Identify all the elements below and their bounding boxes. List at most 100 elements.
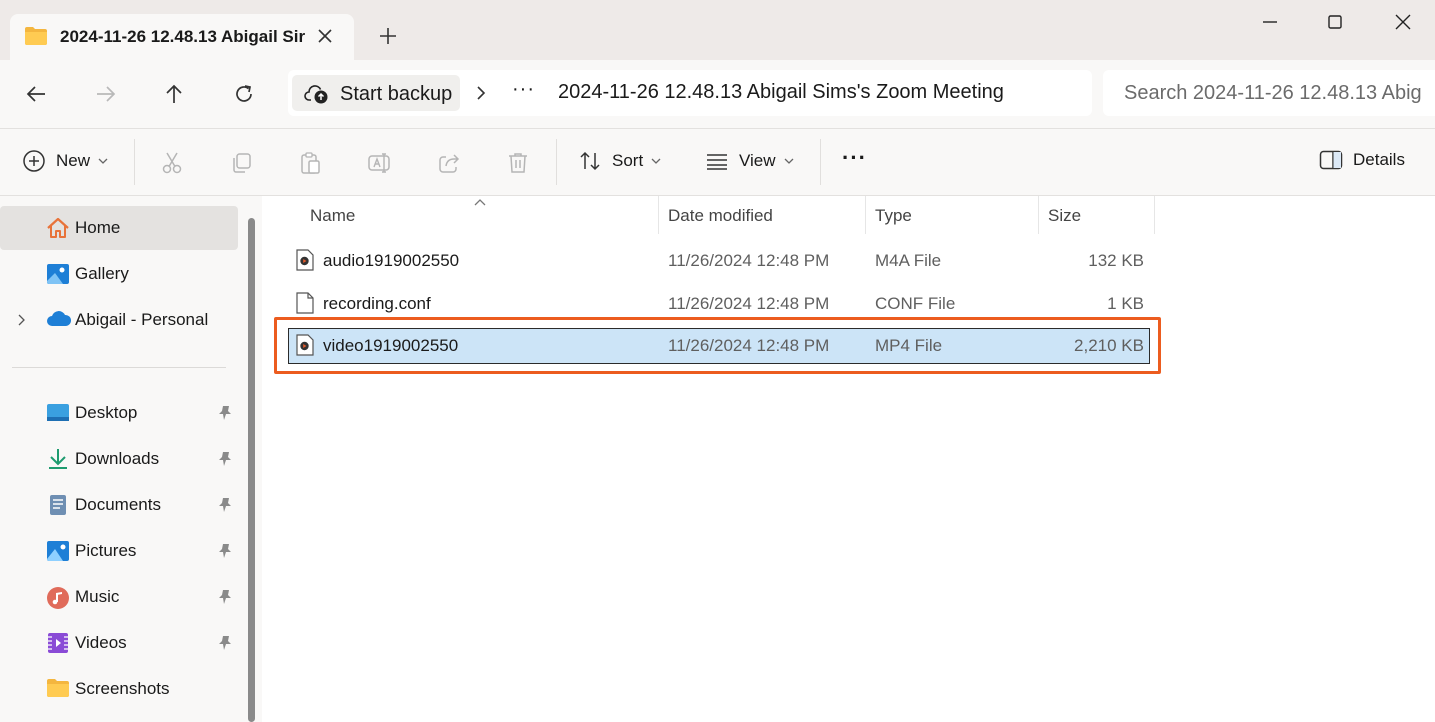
share-icon[interactable] <box>437 151 461 175</box>
sort-label: Sort <box>612 151 644 170</box>
pin-icon[interactable] <box>218 589 232 605</box>
sidebar-item-gallery[interactable]: Gallery <box>0 252 238 296</box>
sidebar-item-label: Videos <box>75 633 127 652</box>
column-header-name[interactable]: Name <box>310 206 355 226</box>
folder-icon <box>24 26 48 46</box>
file-type: M4A File <box>875 251 942 270</box>
home-icon <box>46 217 70 239</box>
videos-icon <box>46 632 70 654</box>
path-overflow-button[interactable]: ··· <box>512 78 535 101</box>
details-pane-button[interactable]: Details <box>1319 149 1405 171</box>
sort-ascending-icon <box>473 197 487 207</box>
sidebar-item-label: Screenshots <box>75 679 170 698</box>
file-date: 11/26/2024 12:48 PM <box>668 336 830 355</box>
forward-button[interactable] <box>94 82 118 106</box>
folder-icon <box>46 678 70 698</box>
search-box[interactable] <box>1103 70 1435 116</box>
close-window-button[interactable] <box>1393 12 1413 32</box>
file-size: 132 KB <box>1088 251 1144 270</box>
chevron-down-icon <box>651 157 661 165</box>
pin-icon[interactable] <box>218 451 232 467</box>
column-header-type[interactable]: Type <box>875 206 912 226</box>
blank-file-icon <box>296 292 314 314</box>
separator <box>556 139 557 185</box>
sidebar-item-desktop[interactable]: Desktop <box>0 391 238 435</box>
file-size: 1 KB <box>1107 294 1144 313</box>
sidebar-item-onedrive[interactable]: Abigail - Personal <box>0 298 238 342</box>
file-row[interactable]: audio1919002550 11/26/2024 12:48 PM M4A … <box>288 243 1150 279</box>
sidebar-item-label: Desktop <box>75 403 138 422</box>
start-backup-button[interactable]: Start backup <box>292 75 460 111</box>
file-row-selected[interactable]: video1919002550 11/26/2024 12:48 PM MP4 … <box>288 328 1150 364</box>
sidebar-item-videos[interactable]: Videos <box>0 621 238 665</box>
column-divider[interactable] <box>865 196 866 234</box>
file-row[interactable]: recording.conf 11/26/2024 12:48 PM CONF … <box>288 286 1150 322</box>
pin-icon[interactable] <box>218 543 232 559</box>
sidebar-item-documents[interactable]: Documents <box>0 483 238 527</box>
chevron-down-icon <box>784 157 794 165</box>
file-size: 2,210 KB <box>1074 336 1144 355</box>
view-list-icon <box>705 149 729 173</box>
sidebar-scrollbar[interactable] <box>246 196 262 722</box>
column-header-date[interactable]: Date modified <box>668 206 773 226</box>
chevron-right-icon[interactable] <box>16 314 26 326</box>
pin-icon[interactable] <box>218 405 232 421</box>
new-label: New <box>56 151 91 170</box>
scrollbar-thumb[interactable] <box>248 218 255 722</box>
rename-icon[interactable] <box>367 151 391 175</box>
title-bar: 2024-11-26 12.48.13 Abigail Sir <box>0 0 1435 60</box>
new-button[interactable]: New <box>22 149 108 173</box>
divider <box>12 367 226 368</box>
sort-icon <box>578 149 602 173</box>
copy-icon[interactable] <box>229 151 253 175</box>
refresh-button[interactable] <box>232 82 256 106</box>
file-type: MP4 File <box>875 336 943 355</box>
pictures-icon <box>46 540 70 562</box>
details-pane-icon <box>1319 149 1343 171</box>
sidebar-item-downloads[interactable]: Downloads <box>0 437 238 481</box>
close-tab-icon[interactable] <box>316 27 334 45</box>
minimize-button[interactable] <box>1260 12 1280 32</box>
pin-icon[interactable] <box>218 635 232 651</box>
maximize-button[interactable] <box>1325 12 1345 32</box>
sidebar-item-label: Pictures <box>75 541 137 560</box>
column-divider[interactable] <box>1154 196 1155 234</box>
tab-active[interactable]: 2024-11-26 12.48.13 Abigail Sir <box>10 14 354 60</box>
back-button[interactable] <box>24 82 48 106</box>
documents-icon <box>46 494 70 516</box>
chevron-down-icon <box>98 157 108 165</box>
sidebar-item-home[interactable]: Home <box>0 206 238 250</box>
sidebar-item-label: Home <box>75 218 121 237</box>
file-list: Name Date modified Type Size audio191900… <box>262 196 1435 722</box>
gallery-icon <box>46 263 70 285</box>
navigation-bar: Start backup ··· 2024-11-26 12.48.13 Abi… <box>0 60 1435 129</box>
more-options-button[interactable]: ··· <box>842 145 867 171</box>
column-divider[interactable] <box>1038 196 1039 234</box>
start-backup-label: Start backup <box>340 83 453 105</box>
search-input[interactable] <box>1103 70 1435 116</box>
delete-icon[interactable] <box>506 151 530 175</box>
current-folder-breadcrumb[interactable]: 2024-11-26 12.48.13 Abigail Sims's Zoom … <box>558 81 1004 104</box>
navigation-pane: Home Gallery Abigail - Personal Desktop … <box>0 196 246 722</box>
paste-icon[interactable] <box>298 151 322 175</box>
cut-icon[interactable] <box>160 151 184 175</box>
sidebar-item-label: Documents <box>75 495 161 514</box>
sidebar-item-label: Music <box>75 587 120 606</box>
column-header-size[interactable]: Size <box>1048 206 1081 226</box>
sidebar-item-screenshots[interactable]: Screenshots <box>0 667 238 711</box>
sidebar-item-label: Abigail - Personal <box>75 310 209 329</box>
column-divider[interactable] <box>658 196 659 234</box>
file-type: CONF File <box>875 294 956 313</box>
file-name: video1919002550 <box>323 336 459 355</box>
sidebar-item-music[interactable]: Music <box>0 575 238 619</box>
command-bar: New Sort View ··· Details <box>0 129 1435 196</box>
sort-button[interactable]: Sort <box>578 149 661 173</box>
pin-icon[interactable] <box>218 497 232 513</box>
address-bar[interactable]: Start backup ··· 2024-11-26 12.48.13 Abi… <box>288 70 1092 116</box>
chevron-right-icon[interactable] <box>474 85 488 101</box>
tab-title: 2024-11-26 12.48.13 Abigail Sir <box>60 27 306 46</box>
view-button[interactable]: View <box>705 149 794 173</box>
new-tab-button[interactable] <box>378 26 398 46</box>
sidebar-item-pictures[interactable]: Pictures <box>0 529 238 573</box>
up-button[interactable] <box>162 82 186 106</box>
